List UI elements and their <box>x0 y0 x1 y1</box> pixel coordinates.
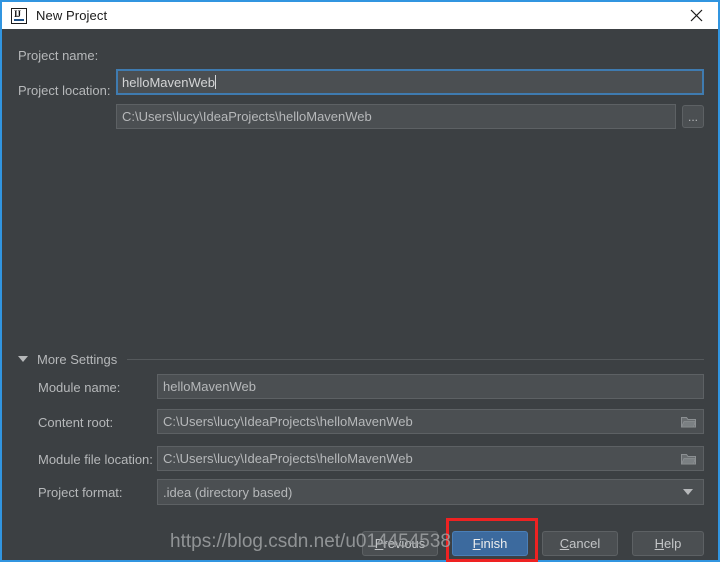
finish-button-label-rest: inish <box>480 536 508 551</box>
close-icon[interactable] <box>674 2 718 29</box>
new-project-dialog: IJ New Project Project name: helloMavenW… <box>0 0 720 562</box>
help-button-label-rest: elp <box>664 536 682 551</box>
project-location-input[interactable]: C:\Users\lucy\IdeaProjects\helloMavenWeb <box>116 104 676 129</box>
content-root-input[interactable]: C:\Users\lucy\IdeaProjects\helloMavenWeb <box>157 409 704 434</box>
project-name-input[interactable]: helloMavenWeb <box>116 69 704 95</box>
help-button[interactable]: Help <box>632 531 704 556</box>
chevron-down-icon[interactable] <box>18 356 28 362</box>
folder-icon[interactable] <box>681 453 696 465</box>
project-format-select[interactable]: .idea (directory based) <box>157 479 704 505</box>
title-bar: IJ New Project <box>2 2 718 29</box>
section-divider <box>127 358 704 360</box>
finish-button[interactable]: Finish <box>452 531 528 556</box>
dialog-body: Project name: helloMavenWeb Project loca… <box>2 29 718 560</box>
intellij-idea-icon: IJ <box>11 7 27 24</box>
project-location-browse-button[interactable]: ... <box>682 105 704 128</box>
previous-button-label-rest: revious <box>383 536 426 551</box>
window-title: New Project <box>36 8 108 23</box>
more-settings-section-header[interactable]: More Settings <box>18 351 704 367</box>
content-root-label: Content root: <box>38 415 114 430</box>
project-name-value: helloMavenWeb <box>122 74 215 90</box>
module-file-location-input[interactable]: C:\Users\lucy\IdeaProjects\helloMavenWeb <box>157 446 704 471</box>
cancel-button[interactable]: Cancel <box>542 531 618 556</box>
module-name-input[interactable]: helloMavenWeb <box>157 374 704 399</box>
content-root-value: C:\Users\lucy\IdeaProjects\helloMavenWeb <box>163 414 413 429</box>
more-settings-label: More Settings <box>37 351 118 367</box>
previous-button[interactable]: Previous <box>362 531 438 556</box>
module-file-location-value: C:\Users\lucy\IdeaProjects\helloMavenWeb <box>163 451 413 466</box>
project-location-label: Project location: <box>18 83 111 98</box>
module-file-location-label: Module file location: <box>38 452 153 467</box>
module-name-label: Module name: <box>38 380 121 395</box>
project-name-label: Project name: <box>18 48 99 63</box>
project-format-label: Project format: <box>38 485 123 500</box>
cancel-button-label-rest: ancel <box>569 536 601 551</box>
browse-ellipsis-label: ... <box>687 109 698 124</box>
folder-icon[interactable] <box>681 416 696 428</box>
project-location-value: C:\Users\lucy\IdeaProjects\helloMavenWeb <box>122 109 372 124</box>
module-name-value: helloMavenWeb <box>163 379 256 394</box>
project-format-value: .idea (directory based) <box>163 484 293 500</box>
chevron-down-icon[interactable] <box>683 489 693 495</box>
